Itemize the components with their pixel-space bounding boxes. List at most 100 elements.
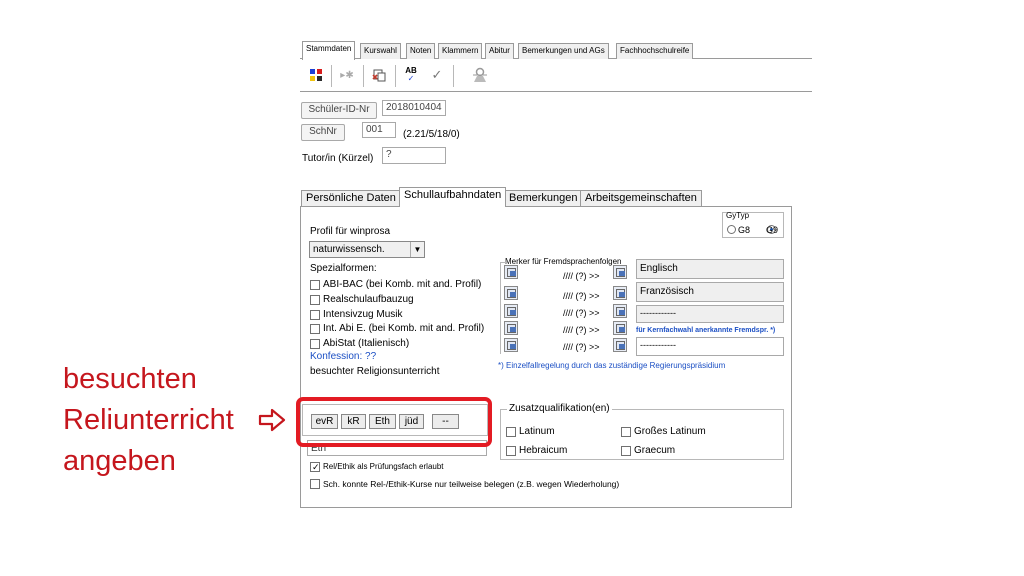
tab-schullaufbahndaten[interactable]: Schullaufbahndaten: [399, 187, 507, 207]
fs-lang-field[interactable]: Französisch: [636, 282, 784, 302]
konfession-link[interactable]: Konfession: ??: [310, 351, 376, 363]
checkbox-label: Latinum: [519, 426, 555, 437]
fs-marker: //// (?) >>: [563, 325, 600, 335]
fs-marker: //// (?) >>: [563, 308, 600, 318]
schnr-label[interactable]: SchNr: [301, 124, 345, 141]
checkbox-label: ABI-BAC (bei Komb. mit and. Profil): [323, 279, 482, 290]
checkbox[interactable]: [310, 295, 320, 305]
tab-kurswahl[interactable]: Kurswahl: [360, 43, 401, 59]
tutor-field[interactable]: ?: [382, 147, 446, 164]
tab-klammern[interactable]: Klammern: [438, 43, 483, 59]
tab-stammdaten[interactable]: Stammdaten: [302, 41, 356, 60]
schueler-id-field[interactable]: 2018010404: [382, 100, 446, 116]
zusatz-grosses-latinum[interactable]: Großes Latinum: [621, 426, 706, 438]
toolbar-separator: [363, 65, 364, 87]
zusatz-hebraicum[interactable]: Hebraicum: [506, 445, 567, 457]
annotation-line-2: Reliunterricht: [63, 404, 234, 436]
checkbox[interactable]: [310, 280, 320, 290]
checkbox[interactable]: [310, 324, 320, 334]
copy-icon[interactable]: [504, 265, 518, 279]
spezial-abi-bac[interactable]: ABI-BAC (bei Komb. mit and. Profil): [310, 279, 481, 291]
kernfach-note: für Kernfachwahl anerkannte Fremdspr. *): [636, 327, 776, 334]
toolbar: ▸✱ AB ✓ ✓: [300, 60, 812, 92]
copy-icon[interactable]: [504, 338, 518, 352]
tab-arbeitsgemeinschaften[interactable]: Arbeitsgemeinschaften: [580, 190, 702, 206]
zusatz-group: Zusatzqualifikation(en) Latinum Großes L…: [500, 403, 784, 460]
edit-icon[interactable]: [613, 338, 627, 352]
checkbox[interactable]: [621, 427, 631, 437]
profil-select-value: naturwissensch.: [313, 244, 385, 255]
checkbox[interactable]: [310, 479, 320, 489]
zusatz-graecum[interactable]: Graecum: [621, 445, 675, 457]
fs-lang-field[interactable]: ------------: [636, 305, 784, 323]
edit-icon[interactable]: [613, 304, 627, 318]
toolbar-separator: [453, 65, 454, 87]
gytyp-g9-label: G9: [766, 225, 779, 235]
gytyp-g8-radio[interactable]: [727, 225, 736, 234]
copy-icon[interactable]: [504, 304, 518, 318]
checkbox[interactable]: [310, 310, 320, 320]
religion-label: besuchter Religionsunterricht: [310, 366, 440, 377]
tab-bemerkungen-ags[interactable]: Bemerkungen und AGs: [518, 43, 609, 59]
edit-icon[interactable]: [613, 265, 627, 279]
color-grid-icon[interactable]: [306, 65, 326, 85]
fs-lang-field[interactable]: ------------: [636, 337, 784, 356]
spezial-realschulaufbauzug[interactable]: Realschulaufbauzug: [310, 294, 414, 306]
gytyp-g8-label: G8: [738, 225, 751, 235]
gear-figure-icon[interactable]: [470, 65, 490, 85]
spezialformen-label: Spezialformen:: [310, 263, 377, 274]
top-tab-strip: Stammdaten Kurswahl Noten Klammern Abitu…: [300, 41, 812, 60]
checkbox-label: Int. Abi E. (bei Komb. mit and. Profil): [323, 323, 485, 334]
rel-ethik-teilweise[interactable]: Sch. konnte Rel-/Ethik-Kurse nur teilwei…: [310, 478, 619, 490]
tab-fachhochschulreife[interactable]: Fachhochschulreife: [616, 43, 694, 59]
checkbox[interactable]: [506, 446, 516, 456]
schueler-id-label[interactable]: Schüler-ID-Nr: [301, 102, 377, 119]
zusatz-latinum[interactable]: Latinum: [506, 426, 555, 438]
tab-abitur[interactable]: Abitur: [485, 43, 514, 59]
rel-ethik-pruefungsfach[interactable]: Rel/Ethik als Prüfungsfach erlaubt: [310, 461, 444, 473]
fremdsprachen-footnote: *) Einzelfallregelung durch das zuständi…: [498, 361, 726, 370]
copy-icon[interactable]: [504, 321, 518, 335]
edit-icon[interactable]: [613, 286, 627, 300]
gytyp-label: GyTyp: [726, 211, 750, 220]
schnr-field[interactable]: 001: [362, 122, 396, 138]
fs-marker: //// (?) >>: [563, 342, 600, 352]
tutor-label: Tutor/in (Kürzel): [302, 153, 374, 164]
copy-icon[interactable]: [504, 286, 518, 300]
gytyp-group: GyTyp G8 G9: [722, 211, 784, 238]
spezial-intensivzug-musik[interactable]: Intensivzug Musik: [310, 309, 402, 321]
spezial-int-abi[interactable]: Int. Abi E. (bei Komb. mit and. Profil): [310, 323, 484, 335]
tab-bemerkungen[interactable]: Bemerkungen: [504, 190, 583, 206]
fremdsprachen-title: Merker für Fremdsprachenfolgen: [505, 257, 622, 266]
toolbar-separator: [395, 65, 396, 87]
tab-noten[interactable]: Noten: [406, 43, 436, 59]
checkbox[interactable]: [621, 446, 631, 456]
profil-select[interactable]: naturwissensch. ▼: [309, 241, 425, 258]
checkbox-label: Intensivzug Musik: [323, 309, 403, 320]
copy-delete-icon[interactable]: [369, 65, 389, 85]
fs-marker: //// (?) >>: [563, 271, 600, 281]
checkbox-label: Rel/Ethik als Prüfungsfach erlaubt: [323, 462, 444, 471]
fs-lang-field[interactable]: Englisch: [636, 259, 784, 279]
edit-icon[interactable]: [613, 321, 627, 335]
profil-label: Profil für winprosa: [310, 226, 391, 237]
zusatz-title: Zusatzqualifikation(en): [507, 403, 612, 414]
checkbox[interactable]: [506, 427, 516, 437]
fs-marker: //// (?) >>: [563, 291, 600, 301]
schnr-info: (2.21/5/18/0): [403, 129, 460, 140]
highlight-box: [296, 397, 492, 447]
annotation-line-3: angeben: [63, 445, 176, 477]
checkbox[interactable]: [310, 339, 320, 349]
checkbox-label: AbiStat (Italienisch): [323, 338, 410, 349]
tab-persoenliche-daten[interactable]: Persönliche Daten: [301, 190, 401, 206]
spezial-abistat[interactable]: AbiStat (Italienisch): [310, 338, 409, 350]
checkbox[interactable]: [310, 462, 320, 472]
toolbar-separator: [331, 65, 332, 87]
check-icon[interactable]: ✓: [427, 65, 447, 85]
spellcheck-icon[interactable]: AB ✓: [401, 65, 421, 85]
checkbox-label: Sch. konnte Rel-/Ethik-Kurse nur teilwei…: [323, 479, 620, 489]
checkbox-label: Realschulaufbauzug: [323, 294, 414, 305]
chevron-down-icon[interactable]: ▼: [410, 242, 424, 257]
annotation-line-1: besuchten: [63, 363, 197, 395]
next-record-icon[interactable]: ▸✱: [337, 65, 357, 85]
